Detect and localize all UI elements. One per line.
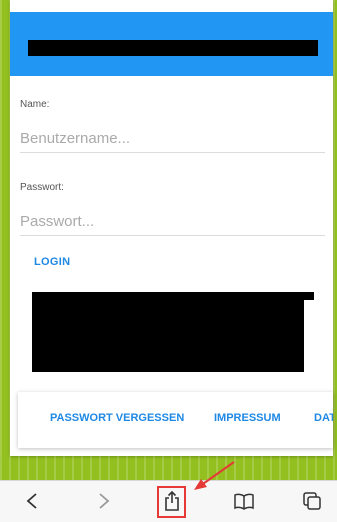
forward-icon	[99, 493, 110, 509]
bookmarks-icon	[234, 493, 254, 510]
tabs-icon	[303, 492, 321, 510]
footer-links: PASSWORT VERGESSEN IMPRESSUM DAT	[18, 392, 333, 448]
username-input[interactable]	[20, 124, 325, 153]
tabs-button[interactable]	[298, 487, 326, 515]
app-header	[10, 12, 333, 76]
back-icon	[26, 493, 37, 509]
password-input[interactable]	[20, 207, 325, 236]
annotation-arrow-icon	[194, 461, 235, 490]
datenschutz-link[interactable]: DAT	[314, 412, 333, 424]
redacted-text-block	[32, 298, 304, 372]
login-card: Name: Passwort: LOGIN PASSWORT VERGESSEN…	[10, 0, 333, 456]
redacted-title	[28, 40, 318, 56]
forward-button[interactable]	[90, 487, 118, 515]
impressum-link[interactable]: IMPRESSUM	[214, 412, 281, 424]
forgot-password-link[interactable]: PASSWORT VERGESSEN	[50, 412, 184, 424]
login-button[interactable]: LOGIN	[34, 256, 70, 268]
password-label: Passwort:	[20, 182, 64, 193]
back-button[interactable]	[18, 487, 46, 515]
share-highlight-box	[157, 486, 186, 518]
name-label: Name:	[20, 99, 50, 110]
